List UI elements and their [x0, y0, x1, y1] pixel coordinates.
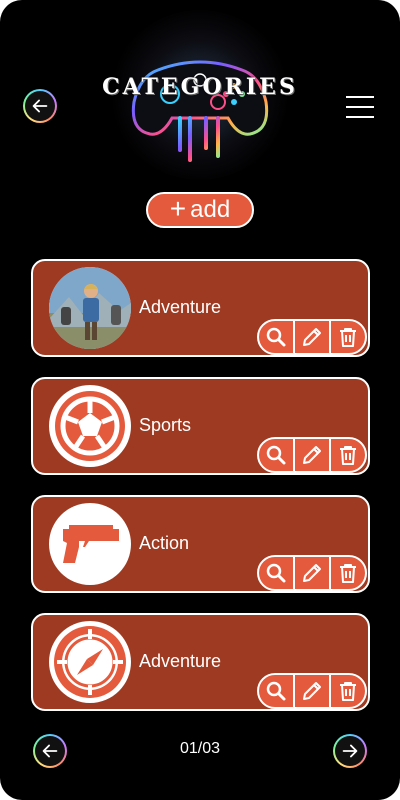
edit-button[interactable]: [295, 675, 331, 707]
edit-pencil-icon: [303, 446, 321, 464]
trash-icon: [340, 682, 356, 701]
edit-pencil-icon: [303, 328, 321, 346]
category-label: Action: [139, 533, 190, 553]
card-actions: [257, 437, 367, 473]
add-category-button[interactable]: + add: [146, 192, 254, 228]
card-actions: [257, 319, 367, 355]
pistol-icon: [49, 503, 131, 585]
category-card[interactable]: Adventure: [31, 259, 370, 357]
card-actions: [257, 555, 367, 591]
hamburger-menu-icon: [346, 96, 374, 98]
delete-button[interactable]: [331, 675, 365, 707]
trash-icon: [340, 328, 356, 347]
trash-icon: [340, 564, 356, 583]
view-button[interactable]: [259, 439, 295, 471]
edit-button[interactable]: [295, 557, 331, 589]
view-button[interactable]: [259, 675, 295, 707]
view-button[interactable]: [259, 557, 295, 589]
edit-pencil-icon: [303, 564, 321, 582]
view-button[interactable]: [259, 321, 295, 353]
next-page-button[interactable]: [333, 734, 367, 768]
arrow-right-circle-icon: [342, 744, 358, 758]
add-button-label: add: [190, 196, 231, 223]
category-card[interactable]: Sports: [31, 377, 370, 475]
search-icon: [266, 563, 286, 583]
trash-icon: [340, 446, 356, 465]
category-label: Sports: [139, 415, 192, 435]
search-icon: [266, 327, 286, 347]
category-label: Adventure: [139, 297, 222, 317]
search-icon: [266, 681, 286, 701]
edit-button[interactable]: [295, 321, 331, 353]
compass-icon: [49, 621, 131, 703]
delete-button[interactable]: [331, 321, 365, 353]
menu-button[interactable]: [346, 96, 374, 118]
category-label: Adventure: [139, 651, 222, 671]
delete-button[interactable]: [331, 557, 365, 589]
delete-button[interactable]: [331, 439, 365, 471]
card-actions: [257, 673, 367, 709]
category-card[interactable]: Adventure: [31, 613, 370, 711]
page-title: CATEGORIES: [102, 74, 298, 100]
app-screen: CATEGORIES + add Adventure Sports Action…: [0, 0, 400, 800]
edit-pencil-icon: [303, 682, 321, 700]
hero-portrait-image: [49, 267, 131, 349]
category-card[interactable]: Action: [31, 495, 370, 593]
search-icon: [266, 445, 286, 465]
plus-icon: +: [169, 193, 187, 224]
soccer-ball-icon: [49, 385, 131, 467]
edit-button[interactable]: [295, 439, 331, 471]
